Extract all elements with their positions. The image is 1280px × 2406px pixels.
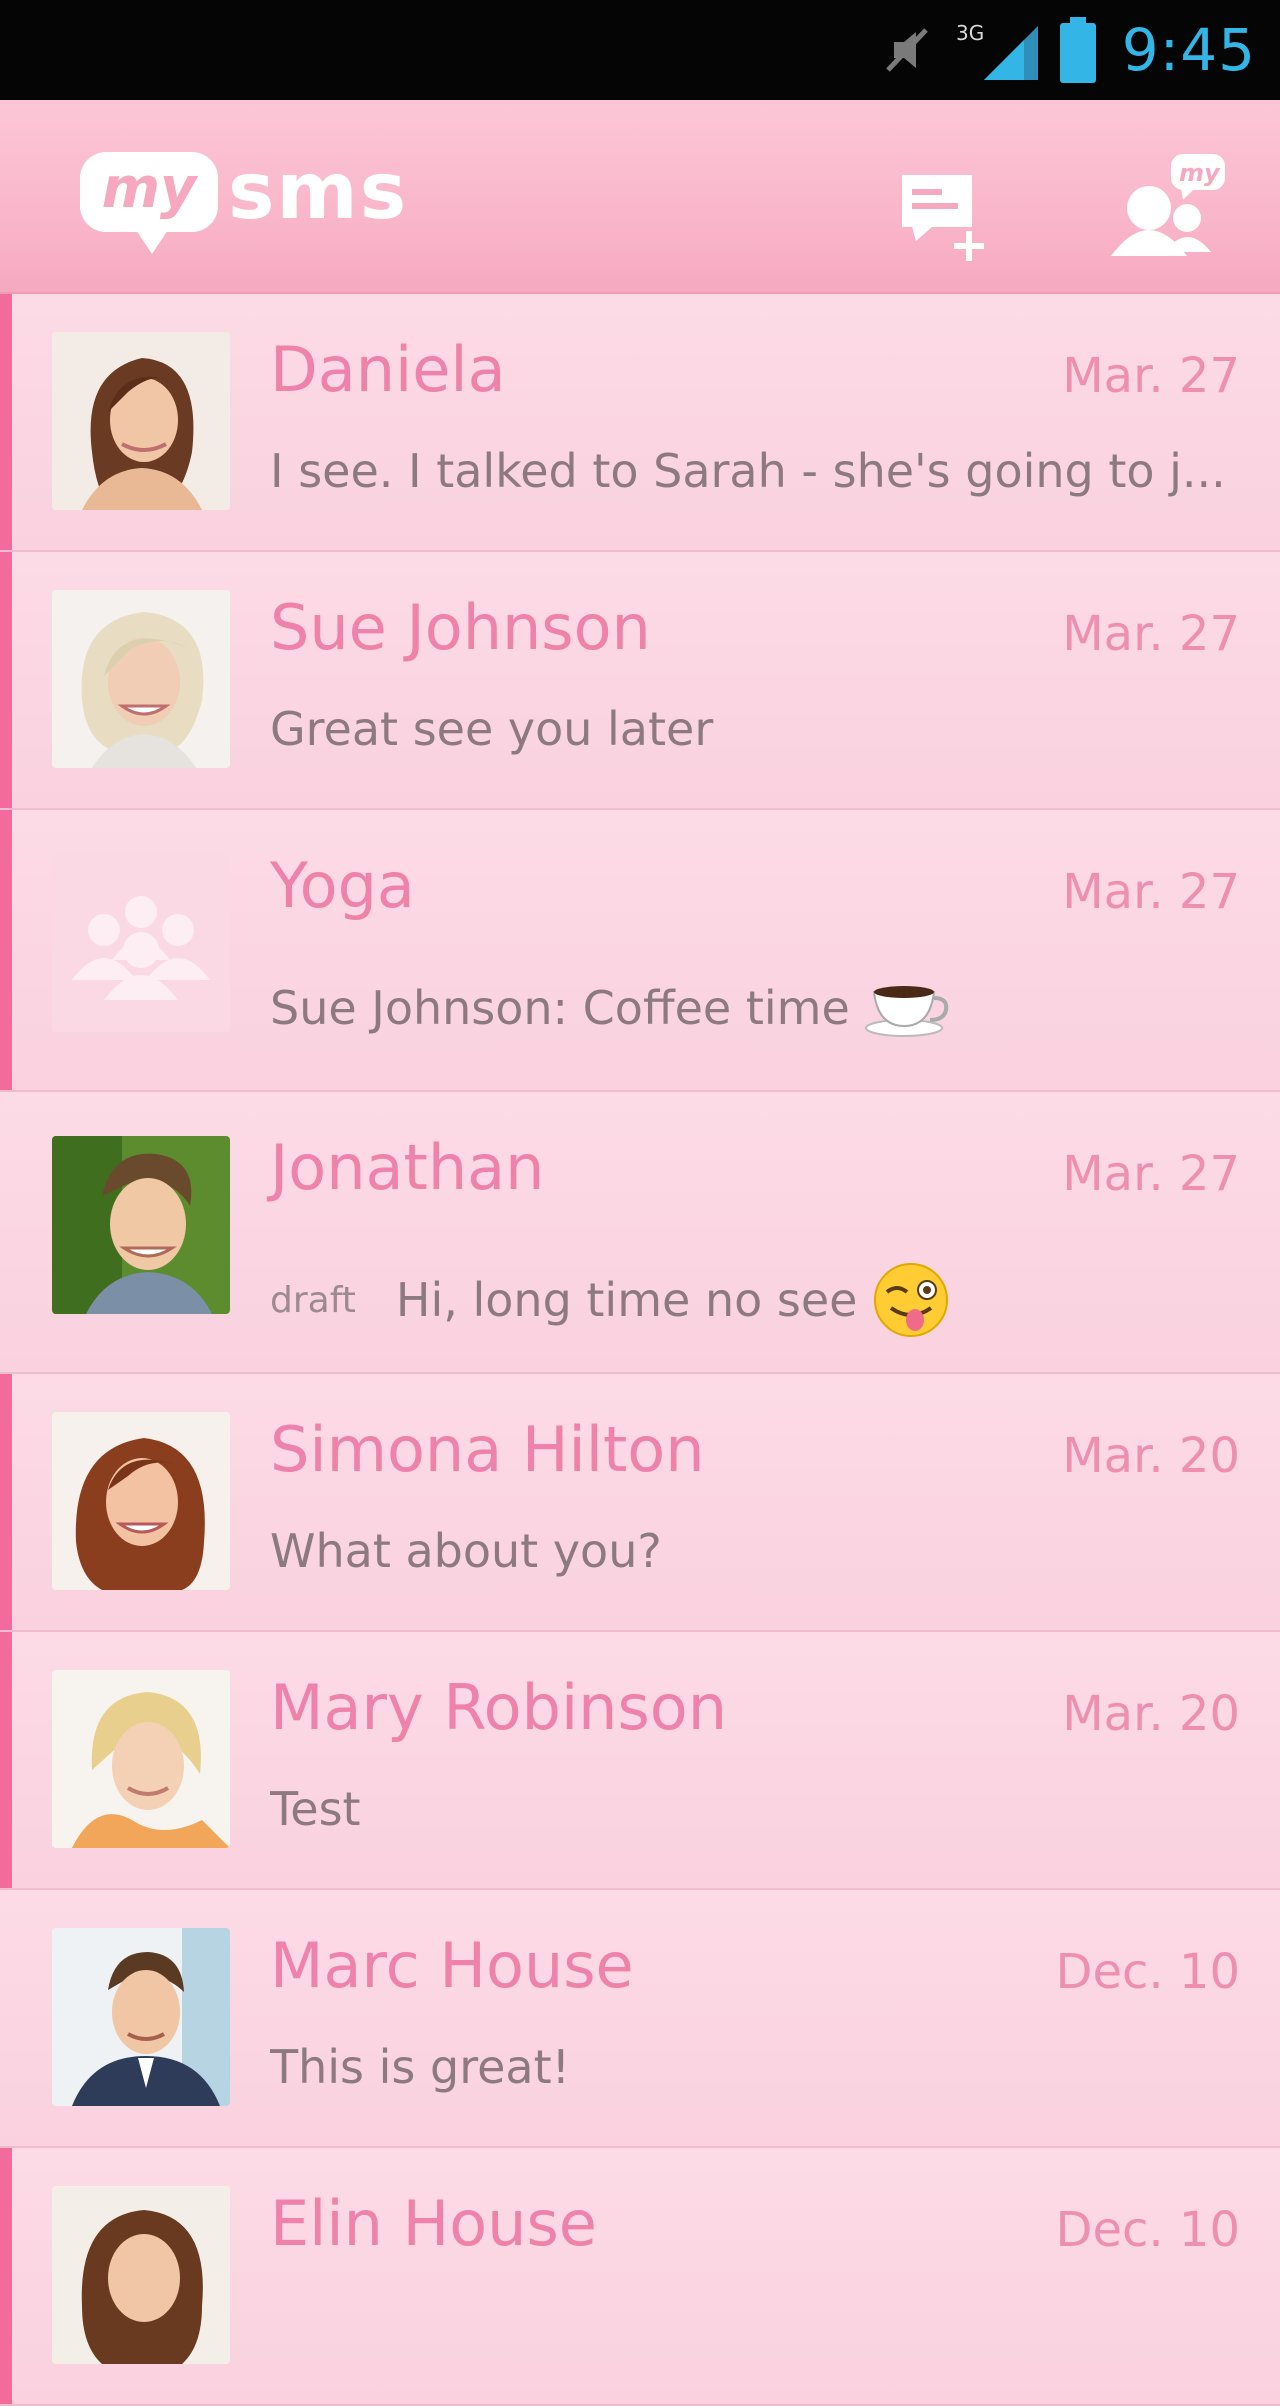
message-date: Mar. 20: [1062, 1428, 1240, 1484]
conversation-row[interactable]: Jonathan Mar. 27 draft Hi, long time no …: [0, 1092, 1280, 1374]
contact-name: Elin House: [270, 2187, 597, 2260]
new-message-button[interactable]: [878, 160, 1008, 270]
conversation-list: Daniela Mar. 27 I see. I talked to Sarah…: [0, 294, 1280, 2406]
my-contacts-icon: my: [1095, 148, 1235, 272]
contact-avatar[interactable]: [52, 1412, 230, 1590]
message-preview-text: Test: [270, 1782, 361, 1836]
message-date: Mar. 27: [1062, 348, 1240, 404]
contact-avatar[interactable]: [52, 332, 230, 510]
contact-avatar[interactable]: [52, 1136, 230, 1314]
network-type-label: 3G: [956, 21, 984, 45]
unread-indicator: [0, 2148, 12, 2404]
contact-name: Jonathan: [270, 1131, 545, 1204]
message-preview-text: Great see you later: [270, 702, 714, 756]
contact-name: Sue Johnson: [270, 591, 651, 664]
status-bar: 3G 9:45: [0, 0, 1280, 100]
battery-icon: [1058, 15, 1098, 85]
draft-label: draft: [270, 1279, 356, 1321]
message-preview: I see. I talked to Sarah - she's going t…: [270, 444, 1244, 498]
message-date: Dec. 10: [1055, 1944, 1240, 2000]
unread-indicator: [0, 552, 12, 808]
message-preview-text: What about you?: [270, 1524, 662, 1578]
winking-tongue-face-icon: [871, 1260, 951, 1340]
conversation-row[interactable]: Simona Hilton Mar. 20 What about you?: [0, 1374, 1280, 1632]
contact-avatar[interactable]: [52, 1928, 230, 2106]
message-date: Mar. 20: [1062, 1686, 1240, 1742]
conversation-row[interactable]: Elin House Dec. 10: [0, 2148, 1280, 2406]
contact-avatar[interactable]: [52, 2186, 230, 2364]
svg-text:my: my: [1179, 159, 1221, 187]
message-date: Mar. 27: [1062, 606, 1240, 662]
conversation-row[interactable]: Daniela Mar. 27 I see. I talked to Sarah…: [0, 294, 1280, 552]
contact-name: Simona Hilton: [270, 1413, 705, 1486]
conversation-row[interactable]: Mary Robinson Mar. 20 Test: [0, 1632, 1280, 1890]
contact-name: Mary Robinson: [270, 1671, 728, 1744]
coffee-cup-icon: [864, 978, 952, 1038]
contact-name: Daniela: [270, 333, 506, 406]
unread-indicator: [0, 1374, 12, 1630]
contact-name: Marc House: [270, 1929, 634, 2002]
logo-bubble: my: [80, 152, 218, 254]
message-preview: Test: [270, 1782, 1244, 1836]
conversation-row[interactable]: Yoga Mar. 27 Sue Johnson: Coffee time: [0, 810, 1280, 1092]
message-date: Dec. 10: [1055, 2202, 1240, 2258]
contact-avatar[interactable]: [52, 1670, 230, 1848]
message-date: Mar. 27: [1062, 864, 1240, 920]
message-preview: This is great!: [270, 2040, 1244, 2094]
unread-indicator: [0, 810, 12, 1090]
unread-indicator: [0, 294, 12, 550]
message-preview-text: Sue Johnson: Coffee time: [270, 981, 850, 1035]
my-contacts-button[interactable]: my: [1090, 140, 1240, 280]
action-bar: my sms my: [0, 100, 1280, 294]
signal-icon: 3G: [954, 18, 1040, 82]
contact-name: Yoga: [270, 849, 415, 922]
message-preview: Sue Johnson: Coffee time: [270, 978, 1244, 1038]
unread-indicator: [0, 1632, 12, 1888]
mysms-logo: my sms: [80, 147, 409, 254]
conversation-row[interactable]: Marc House Dec. 10 This is great!: [0, 1890, 1280, 2148]
message-preview: draft Hi, long time no see: [270, 1260, 1244, 1340]
logo-sms-text: sms: [228, 147, 409, 237]
conversation-row[interactable]: Sue Johnson Mar. 27 Great see you later: [0, 552, 1280, 810]
message-preview: What about you?: [270, 1524, 1244, 1578]
message-preview-text: I see. I talked to Sarah - she's going t…: [270, 444, 1226, 498]
message-preview-text: This is great!: [270, 2040, 571, 2094]
clock: 9:45: [1121, 16, 1256, 84]
contact-avatar[interactable]: [52, 590, 230, 768]
message-preview: Great see you later: [270, 702, 1244, 756]
status-icons: 3G 9:45: [880, 0, 1256, 100]
message-date: Mar. 27: [1062, 1146, 1240, 1202]
mute-icon: [880, 22, 936, 78]
logo-my-text: my: [101, 156, 197, 221]
new-message-icon: [888, 165, 998, 265]
group-avatar-icon[interactable]: [52, 854, 230, 1032]
message-preview-text: Hi, long time no see: [395, 1273, 858, 1327]
